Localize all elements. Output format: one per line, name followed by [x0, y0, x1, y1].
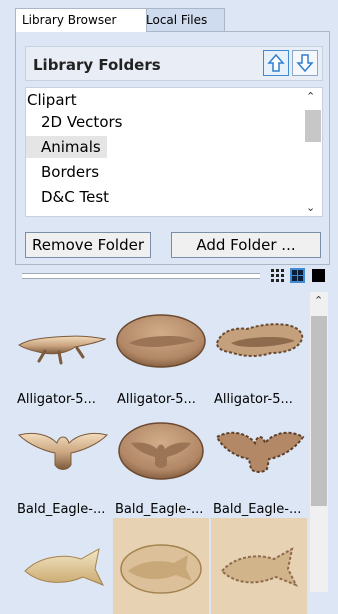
- folder-item-borders[interactable]: Borders: [41, 161, 99, 183]
- folder-list-scrollbar[interactable]: ⌃ ⌄: [302, 88, 322, 216]
- tab-library-browser[interactable]: Library Browser: [15, 8, 147, 32]
- chevron-up-icon[interactable]: ⌃: [306, 90, 315, 103]
- library-folders-title: Library Folders: [33, 56, 161, 74]
- fish-rough-icon: [220, 547, 299, 587]
- thumbnail-alligator-3[interactable]: [211, 292, 307, 388]
- fish-carving-icon: [24, 548, 105, 586]
- thumbnail-caption: Bald_Eagle-...: [17, 502, 106, 517]
- library-folders-header: Library Folders: [25, 46, 323, 81]
- eagle-oval-icon: [118, 422, 204, 480]
- library-folders-panel: Library Folders Clipart 2D Vectors Anima…: [15, 31, 330, 265]
- thumbnail-fish-2[interactable]: [113, 518, 209, 614]
- thumbnail-eagle-1[interactable]: [15, 402, 111, 498]
- alligator-rough-icon: [215, 323, 304, 357]
- thumbnail-eagle-2[interactable]: [113, 402, 209, 498]
- folder-item-2d-vectors[interactable]: 2D Vectors: [41, 111, 122, 133]
- chevron-down-icon[interactable]: ⌄: [306, 201, 315, 214]
- thumbnail-eagle-3[interactable]: [211, 402, 307, 498]
- remove-folder-button[interactable]: Remove Folder: [25, 232, 151, 258]
- large-grid-icon[interactable]: [290, 268, 305, 283]
- small-grid-icon[interactable]: [270, 268, 285, 283]
- folder-item-clipart[interactable]: Clipart: [27, 89, 77, 111]
- thumbnail-scrollbar[interactable]: ⌃: [310, 292, 328, 592]
- chevron-up-icon[interactable]: ⌃: [314, 294, 323, 307]
- scrollbar-thumb[interactable]: [305, 110, 321, 142]
- folder-list[interactable]: Clipart 2D Vectors Animals Borders D&C T…: [25, 87, 323, 217]
- thumbnail-fish-1[interactable]: [15, 518, 111, 614]
- folder-item-dc-test[interactable]: D&C Test: [41, 186, 109, 208]
- thumbnail-caption: Bald_Eagle-...: [115, 502, 204, 517]
- thumbnail-alligator-1[interactable]: [15, 292, 111, 388]
- tab-local-files[interactable]: Local Files: [139, 8, 225, 31]
- move-folder-down-button[interactable]: [292, 50, 318, 76]
- eagle-carving-icon: [18, 432, 108, 470]
- eagle-rough-icon: [215, 431, 305, 473]
- alligator-carving-icon: [18, 335, 107, 365]
- arrow-up-icon: [267, 53, 285, 72]
- scrollbar-thumb[interactable]: [311, 316, 327, 506]
- move-folder-up-button[interactable]: [263, 50, 289, 76]
- fish-plaque-icon: [120, 544, 202, 594]
- thumbnail-fish-3[interactable]: [211, 518, 307, 614]
- thumbnail-grid: Alligator-5... Alligator-5... Alligator-…: [15, 292, 310, 614]
- arrow-down-icon: [296, 54, 314, 73]
- panel-splitter[interactable]: [22, 273, 260, 279]
- folder-item-animals[interactable]: Animals: [26, 136, 107, 158]
- alligator-oval-icon: [116, 314, 206, 368]
- single-view-icon[interactable]: [311, 268, 326, 283]
- thumbnail-alligator-2[interactable]: [113, 292, 209, 388]
- add-folder-button[interactable]: Add Folder ...: [171, 232, 321, 258]
- thumbnail-caption: Bald_Eagle-...: [213, 502, 302, 517]
